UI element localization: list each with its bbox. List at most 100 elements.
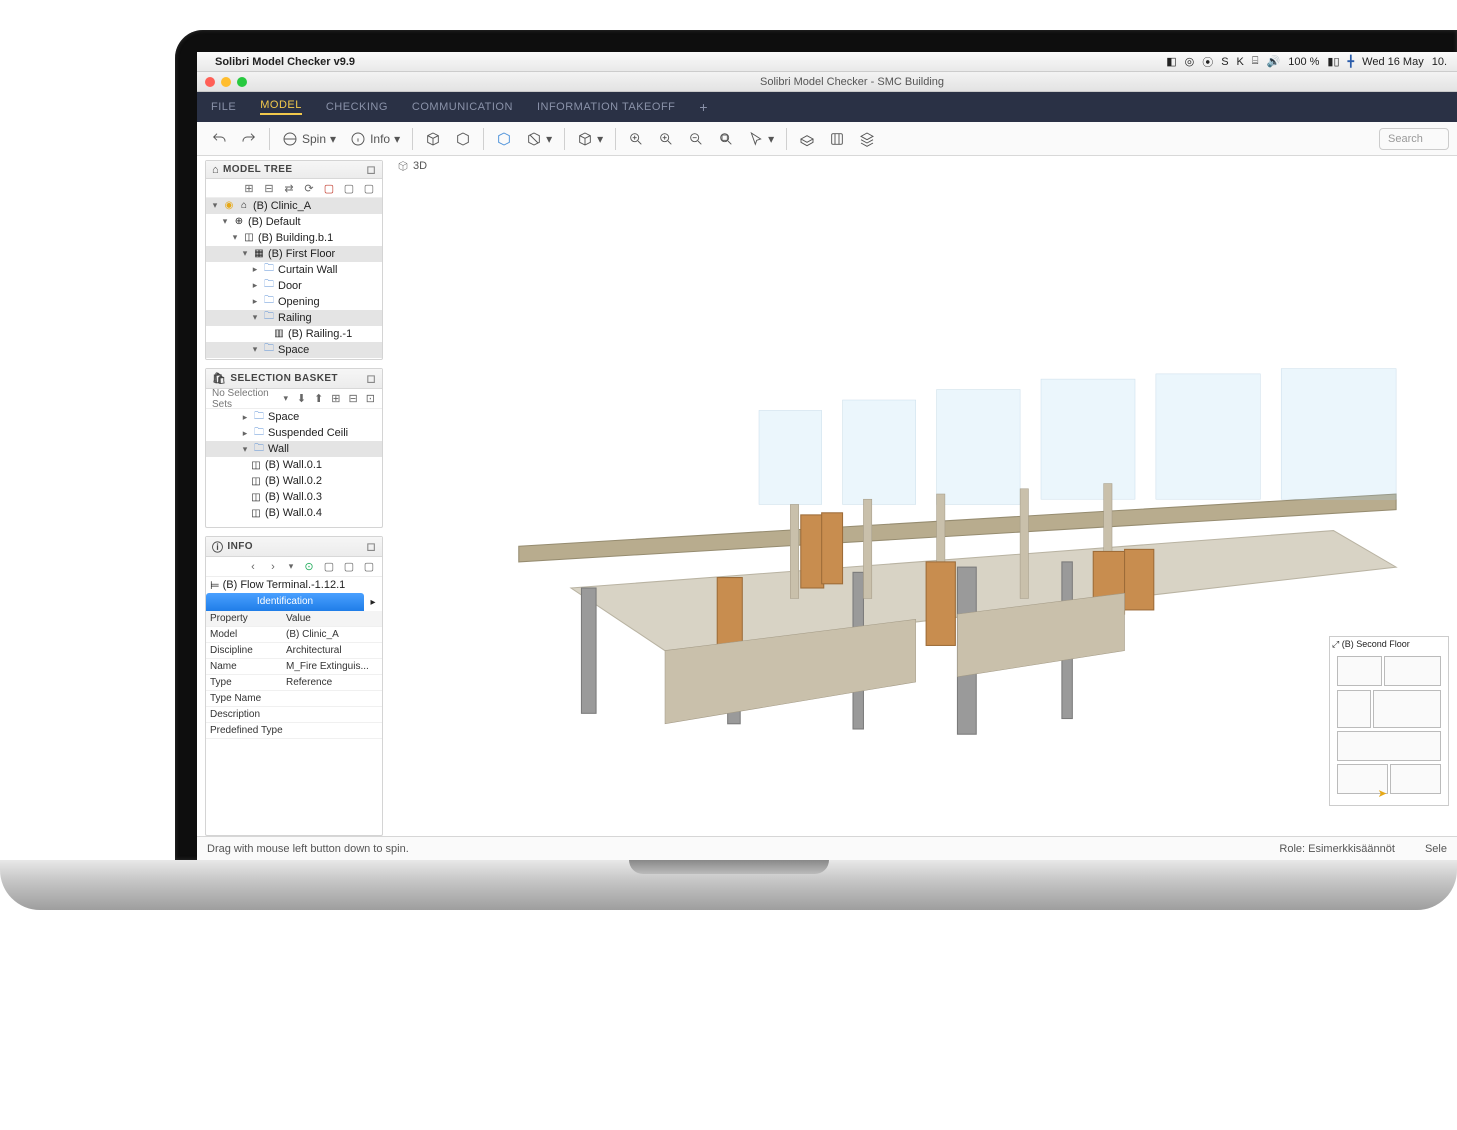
basket-add-icon[interactable]: ▢ [342, 181, 356, 195]
nav-communication[interactable]: COMMUNICATION [412, 101, 513, 113]
tree-row[interactable]: ▾🗀Railing [206, 310, 382, 326]
wifi-icon[interactable]: ⦿ [1202, 54, 1213, 70]
map-icon[interactable] [823, 127, 851, 151]
tree-row[interactable]: ◫(B) Space.-1. [206, 358, 382, 359]
battery-percent: 100 % [1288, 56, 1319, 68]
tree-row[interactable]: ▸🗀Curtain Wall [206, 262, 382, 278]
info-tab-identification[interactable]: Identification [206, 593, 364, 611]
minimize-icon[interactable] [221, 77, 231, 87]
info-tab-next[interactable]: ▸ [364, 597, 382, 608]
download-icon[interactable]: ⬇ [296, 392, 307, 406]
expand-icon[interactable]: ⤢ [1332, 639, 1339, 649]
panel-title: SELECTION BASKET [230, 373, 338, 384]
maximize-panel-icon[interactable]: ◻ [366, 372, 376, 385]
basket-add-icon[interactable]: ▢ [362, 560, 376, 574]
nav-takeoff[interactable]: INFORMATION TAKEOFF [537, 101, 675, 113]
menubar-k-icon[interactable]: K [1237, 56, 1244, 68]
select-icon[interactable]: ▾ [742, 127, 780, 151]
tree-row[interactable]: ▾▦(B) First Floor [206, 246, 382, 262]
tree-tool-icon[interactable]: ⊞ [242, 181, 256, 195]
basket-toolbar: No Selection Sets ▾ ⬇ ⬆ ⊞ ⊟ ⊡ [206, 389, 382, 409]
tree-row[interactable]: ▸🗀Suspended Ceili [206, 425, 382, 441]
tree-tool-icon[interactable]: ⟳ [302, 181, 316, 195]
tree-row[interactable]: ▸🗀Opening [206, 294, 382, 310]
zoom-out-icon[interactable] [682, 127, 710, 151]
tree-row[interactable]: ◫(B) Wall.0.4 [206, 505, 382, 521]
tree-tool-icon[interactable]: ⊟ [262, 181, 276, 195]
layers-icon[interactable] [853, 127, 881, 151]
basket-add-icon[interactable]: ▢ [322, 560, 336, 574]
menubar-s-icon[interactable]: S [1221, 56, 1228, 68]
zoom-extents-icon[interactable] [622, 127, 650, 151]
tree-row[interactable]: ▥(B) Railing.-1 [206, 326, 382, 342]
locate-icon[interactable]: ⊙ [302, 560, 316, 574]
tree-row[interactable]: ▾◉⌂(B) Clinic_A [206, 198, 382, 214]
status-role: Role: Esimerkkisäännöt [1279, 843, 1395, 855]
spin-button[interactable]: Spin ▾ [276, 127, 342, 151]
cube-outline-icon[interactable] [490, 127, 518, 151]
tree-row[interactable]: ◫(B) Wall.0.3 [206, 489, 382, 505]
basket-icon: 🛍 [212, 372, 226, 385]
model-tree-body[interactable]: ▾◉⌂(B) Clinic_A ▾⊕(B) Default ▾◫(B) Buil… [206, 198, 382, 359]
close-icon[interactable] [205, 77, 215, 87]
flag-icon[interactable]: ╋ [1348, 55, 1355, 68]
maximize-panel-icon[interactable]: ◻ [366, 163, 376, 176]
status-selection: Sele [1425, 843, 1447, 855]
redo-button[interactable] [235, 127, 263, 151]
tree-row[interactable]: ◫(B) Wall.0.2 [206, 473, 382, 489]
info-table: PropertyValue Model(B) Clinic_A Discipli… [206, 611, 382, 739]
cube-icon[interactable]: ▾ [571, 127, 609, 151]
airplay-icon[interactable]: ⌸ [1252, 55, 1259, 68]
search-input[interactable]: Search [1379, 128, 1449, 150]
model-tree-panel: ⌂ MODEL TREE ◻ ⊞ ⊟ ⇄ ⟳ ▢ ▢ ▢ [205, 160, 383, 360]
nav-file[interactable]: FILE [211, 101, 236, 113]
tree-row[interactable]: ▾⊕(B) Default [206, 214, 382, 230]
mac-menubar: Solibri Model Checker v9.9 ◧ ◎ ⦿ S K ⌸ 🔊… [197, 52, 1457, 72]
nav-next-icon[interactable]: › [266, 560, 280, 574]
3d-model-render [447, 306, 1447, 776]
zoom-window-icon[interactable] [712, 127, 740, 151]
tree-row[interactable]: ◫(B) Wall.0.1 [206, 457, 382, 473]
cube-link-icon[interactable] [449, 127, 477, 151]
basket-add-icon[interactable]: ▢ [342, 560, 356, 574]
minimap-label: (B) Second Floor [1342, 639, 1410, 649]
mac-app-name: Solibri Model Checker v9.9 [215, 56, 355, 68]
zoom-in-icon[interactable] [652, 127, 680, 151]
nav-model[interactable]: MODEL [260, 99, 302, 115]
nav-checking[interactable]: CHECKING [326, 101, 388, 113]
menubar-icon[interactable]: ◎ [1185, 55, 1195, 68]
mac-time: 10. [1432, 56, 1447, 68]
upload-icon[interactable]: ⬆ [313, 392, 324, 406]
3d-viewport[interactable]: 3D [387, 156, 1457, 836]
floor-minimap[interactable]: ⤢ (B) Second Floor ➤ [1329, 636, 1449, 806]
viewport-label: 3D [397, 160, 427, 172]
info-button[interactable]: Info ▾ [344, 127, 406, 151]
maximize-icon[interactable] [237, 77, 247, 87]
tree-row[interactable]: ▾◫(B) Building.b.1 [206, 230, 382, 246]
section-icon[interactable] [793, 127, 821, 151]
panel-title: MODEL TREE [223, 164, 292, 175]
info-item: ⊨ (B) Flow Terminal.-1.12.1 [206, 577, 382, 593]
undo-button[interactable] [205, 127, 233, 151]
tree-row[interactable]: ▾🗀Space [206, 342, 382, 358]
basket-tool-icon[interactable]: ⊞ [330, 392, 341, 406]
main-nav: FILE MODEL CHECKING COMMUNICATION INFORM… [197, 92, 1457, 122]
basket-add-icon[interactable]: ▢ [322, 181, 336, 195]
tree-row[interactable]: ▾🗀Wall [206, 441, 382, 457]
basket-tool-icon[interactable]: ⊡ [365, 392, 376, 406]
menubar-icon[interactable]: ◧ [1166, 55, 1176, 68]
maximize-panel-icon[interactable]: ◻ [366, 540, 376, 553]
selection-sets-label[interactable]: No Selection Sets [212, 388, 276, 410]
basket-tool-icon[interactable]: ⊟ [348, 392, 359, 406]
tree-row[interactable]: ▸🗀Space [206, 409, 382, 425]
cube-add-icon[interactable] [419, 127, 447, 151]
basket-body[interactable]: ▸🗀Space ▸🗀Suspended Ceili ▾🗀Wall ◫(B) Wa… [206, 409, 382, 521]
volume-icon[interactable]: 🔊 [1267, 55, 1281, 68]
selection-basket-panel: 🛍 SELECTION BASKET ◻ No Selection Sets ▾… [205, 368, 383, 528]
basket-add-icon[interactable]: ▢ [362, 181, 376, 195]
tree-tool-icon[interactable]: ⇄ [282, 181, 296, 195]
cube-remove-icon[interactable]: ▾ [520, 127, 558, 151]
nav-add[interactable]: + [699, 99, 708, 115]
nav-prev-icon[interactable]: ‹ [246, 560, 260, 574]
tree-row[interactable]: ▸🗀Door [206, 278, 382, 294]
